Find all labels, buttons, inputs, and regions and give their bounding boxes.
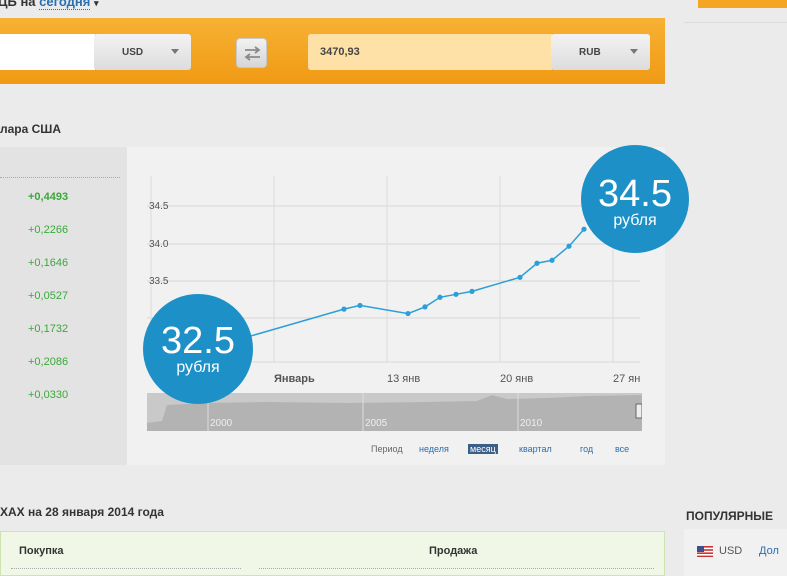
x-tick-label: Январь <box>274 373 315 385</box>
chevron-down-icon <box>171 49 179 54</box>
x-tick-label: 27 ян <box>613 373 640 385</box>
swap-button[interactable] <box>236 38 267 68</box>
period-month[interactable]: месяц <box>468 444 498 454</box>
period-quarter[interactable]: квартал <box>519 444 552 454</box>
change-value: +0,1732 <box>28 323 69 335</box>
data-point[interactable] <box>549 257 555 263</box>
change-value: +0,4493 <box>28 191 69 203</box>
currency-converter: USD 3470,93 RUB <box>0 18 665 84</box>
end-rate-bubble: 34.5 рубля <box>581 145 689 253</box>
period-year[interactable]: год <box>580 444 593 454</box>
series-line <box>248 228 585 338</box>
amount-input[interactable] <box>0 34 95 70</box>
result-field[interactable]: 3470,93 <box>308 34 552 70</box>
to-currency-select[interactable]: RUB <box>551 34 650 70</box>
us-flag-icon <box>697 546 713 557</box>
data-point[interactable] <box>357 302 363 309</box>
navigator-year: 2010 <box>520 418 543 429</box>
to-currency-label: RUB <box>579 46 601 58</box>
data-point[interactable] <box>566 243 572 249</box>
popular-list: USD Дол <box>684 529 787 576</box>
data-point[interactable] <box>534 260 540 266</box>
data-point[interactable] <box>437 294 443 300</box>
page-title: ЦБ на сегодня ▾ <box>0 0 99 10</box>
data-point[interactable] <box>341 306 347 312</box>
date-link[interactable]: сегодня <box>39 0 91 10</box>
navigator-year: 2005 <box>365 418 388 429</box>
chevron-down-icon[interactable]: ▾ <box>94 0 99 8</box>
column-header-sell: Продажа <box>429 545 478 557</box>
divider <box>11 568 241 569</box>
divider <box>259 568 654 569</box>
chevron-down-icon <box>630 49 638 54</box>
data-point[interactable] <box>405 310 411 317</box>
bubble-value: 32.5 <box>161 320 235 362</box>
period-label: Период <box>371 444 403 454</box>
change-value: +0,0330 <box>28 389 69 401</box>
change-value: +0,2266 <box>28 224 69 236</box>
data-point[interactable] <box>517 274 523 280</box>
from-currency-label: USD <box>122 46 144 58</box>
y-tick-label: 34.0 <box>149 239 169 250</box>
popular-currency-code: USD <box>719 545 743 557</box>
bubble-value: 34.5 <box>598 173 672 215</box>
change-value: +0,0527 <box>28 290 69 302</box>
column-header-buy: Покупка <box>19 545 64 557</box>
section-title: лара США <box>0 122 62 136</box>
data-point[interactable] <box>453 291 459 297</box>
y-tick-label: 33.5 <box>149 276 169 287</box>
change-value: +0,1646 <box>28 257 69 269</box>
divider <box>684 22 787 23</box>
from-currency-select[interactable]: USD <box>94 34 191 70</box>
data-point[interactable] <box>422 304 428 310</box>
changes-panel: +0,4493 +0,2266 +0,1646 +0,0527 +0,1732 … <box>0 147 127 465</box>
sidebar-accent-bar <box>698 0 787 8</box>
divider <box>0 177 120 178</box>
x-tick-label: 13 янв <box>387 373 420 385</box>
bubble-unit: рубля <box>176 359 220 376</box>
popular-currency-link[interactable]: Дол <box>759 545 779 557</box>
period-week[interactable]: неделя <box>419 444 449 454</box>
y-tick-label: 34.5 <box>149 201 169 212</box>
bubble-unit: рубля <box>613 212 657 229</box>
change-value: +0,2086 <box>28 356 69 368</box>
data-point[interactable] <box>469 288 475 294</box>
start-rate-bubble: 32.5 рубля <box>143 294 253 404</box>
title-prefix: ЦБ на <box>0 0 36 9</box>
period-all[interactable]: все <box>615 444 629 454</box>
swap-arrows-icon <box>244 46 261 61</box>
popular-title: ПОПУЛЯРНЫЕ <box>686 509 774 523</box>
rates-title: ХАХ на 28 января 2014 года <box>0 505 164 519</box>
rates-table: Покупка Продажа <box>0 531 665 576</box>
x-tick-label: 20 янв <box>500 373 533 385</box>
navigator-year: 2000 <box>210 418 233 429</box>
